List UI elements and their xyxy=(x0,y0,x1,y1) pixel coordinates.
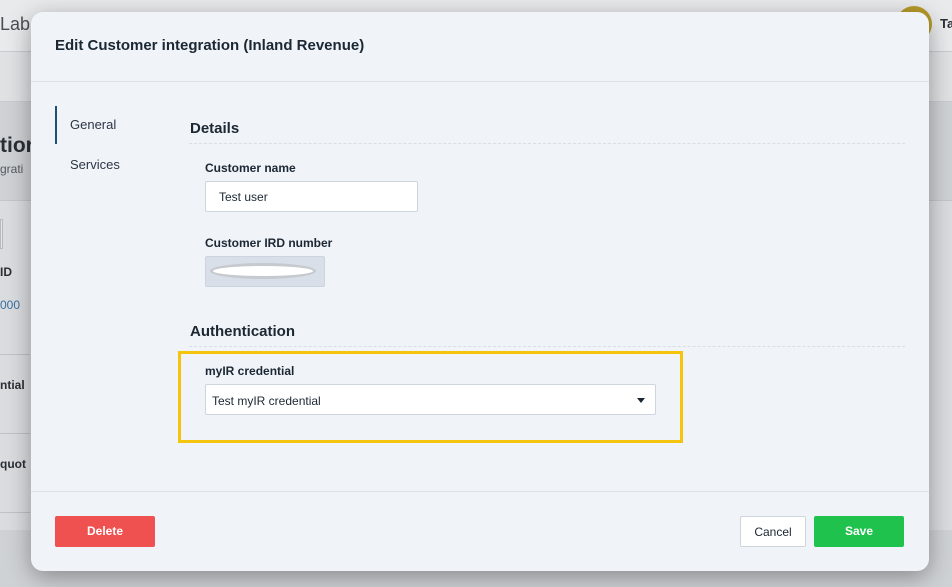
background-divider xyxy=(0,433,30,434)
background-section-heading: quot xyxy=(0,457,26,471)
modal-header: Edit Customer integration (Inland Revenu… xyxy=(31,12,929,82)
background-column-header: ID xyxy=(0,265,12,279)
background-section-heading: ntial xyxy=(0,378,25,392)
cancel-button[interactable]: Cancel xyxy=(740,516,806,547)
details-divider xyxy=(189,143,905,144)
details-heading: Details xyxy=(190,120,240,137)
edit-integration-modal: Edit Customer integration (Inland Revenu… xyxy=(31,12,929,571)
credential-select-value: Test myIR credential xyxy=(212,394,321,408)
customer-name-input[interactable] xyxy=(205,181,418,212)
background-page-subtitle: grati xyxy=(0,162,24,176)
background-divider xyxy=(0,512,30,513)
modal-title: Edit Customer integration (Inland Revenu… xyxy=(55,37,365,54)
user-name: Ta xyxy=(940,16,952,31)
customer-ird-input-redacted[interactable] xyxy=(205,256,325,287)
background-button xyxy=(0,219,3,249)
customer-name-label: Customer name xyxy=(205,161,296,175)
app-logo: Lab xyxy=(0,14,31,34)
credential-select[interactable]: Test myIR credential xyxy=(205,384,656,415)
authentication-divider xyxy=(189,346,905,347)
background-cell-link: 000 xyxy=(0,298,21,312)
redaction-mark xyxy=(210,263,316,279)
delete-button[interactable]: Delete xyxy=(55,516,155,547)
credential-label: myIR credential xyxy=(205,364,295,378)
tab-services[interactable]: Services xyxy=(55,146,175,184)
authentication-heading: Authentication xyxy=(190,323,295,340)
tab-general[interactable]: General xyxy=(55,106,175,144)
save-button[interactable]: Save xyxy=(814,516,904,547)
background-divider xyxy=(0,354,30,355)
modal-footer: Delete Cancel Save xyxy=(31,491,929,571)
customer-ird-label: Customer IRD number xyxy=(205,236,333,250)
modal-side-nav: General Services xyxy=(55,106,175,184)
chevron-down-icon xyxy=(637,398,645,403)
